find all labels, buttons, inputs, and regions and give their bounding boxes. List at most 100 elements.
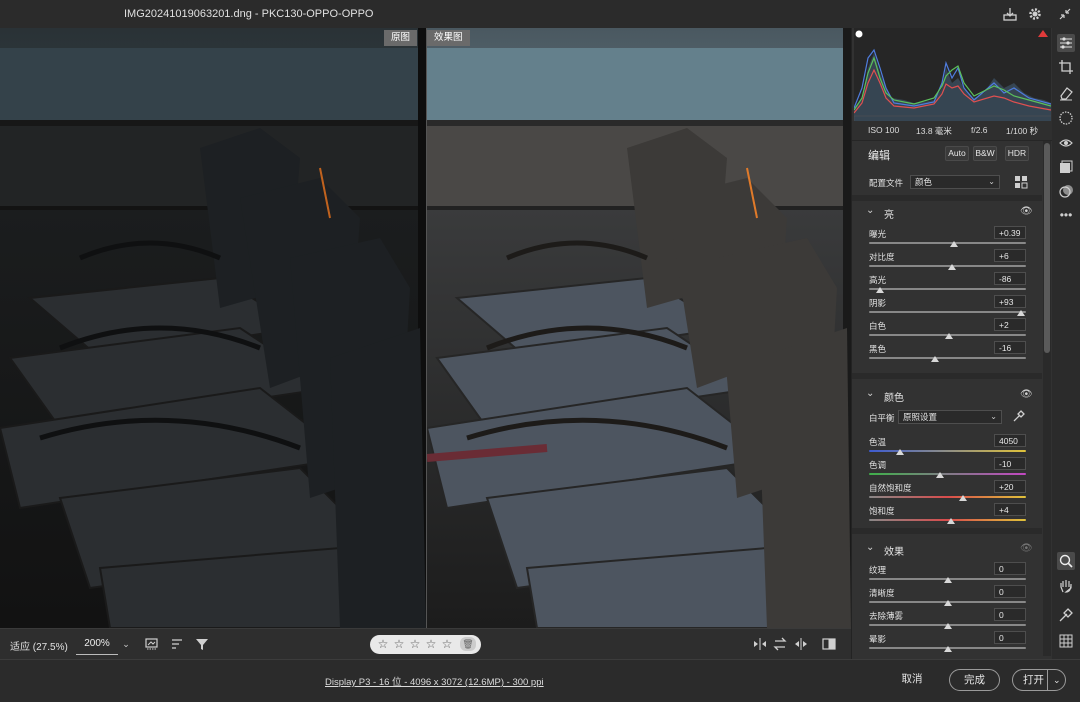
save-icon[interactable] xyxy=(1002,6,1018,22)
gear-icon[interactable] xyxy=(1027,6,1043,22)
eyedropper-icon[interactable] xyxy=(1012,409,1026,423)
trash-icon[interactable]: 🗑 xyxy=(460,637,476,651)
collapse-icon[interactable] xyxy=(1057,6,1073,22)
crop-icon[interactable] xyxy=(1057,58,1075,76)
slider-thumb[interactable] xyxy=(959,495,968,501)
open-options-caret[interactable]: ⌄ xyxy=(1053,670,1061,690)
star-rating[interactable]: ☆ ☆ ☆ ☆ ☆ 🗑 xyxy=(370,635,481,654)
slider-thumb[interactable] xyxy=(896,449,905,455)
slider-value-input[interactable]: 0 xyxy=(994,631,1026,644)
slider-value-input[interactable]: +20 xyxy=(994,480,1026,493)
eye-icon[interactable]: 👁 xyxy=(1020,543,1033,554)
copy-settings-icon[interactable] xyxy=(793,636,809,652)
slider-value-input[interactable]: 0 xyxy=(994,562,1026,575)
filmstrip-icon[interactable] xyxy=(144,636,160,652)
slider-thumb[interactable] xyxy=(930,356,939,362)
chevron-down-icon[interactable] xyxy=(1047,670,1048,690)
slider-label: 自然饱和度 xyxy=(869,483,912,493)
profile-browser-icon[interactable] xyxy=(1014,175,1028,189)
slider-value-input[interactable]: -86 xyxy=(994,272,1026,285)
slider-track[interactable] xyxy=(869,357,1026,359)
auto-button[interactable]: Auto xyxy=(945,146,969,161)
window-title: IMG20241019063201.dng - PKC130-OPPO-OPPO xyxy=(124,8,374,20)
sort-icon[interactable] xyxy=(170,636,186,652)
slider-value-input[interactable]: 4050 xyxy=(994,434,1026,447)
chevron-down-icon[interactable]: ⌄ xyxy=(118,636,134,652)
slider-track[interactable] xyxy=(869,473,1026,475)
slider-value-input[interactable]: +2 xyxy=(994,318,1026,331)
exif-aperture: f/2.6 xyxy=(971,125,988,135)
edit-panel: ISO 100 13.8 毫米 f/2.6 1/100 秒 编辑 Auto B&… xyxy=(851,28,1052,659)
slider-value-input[interactable]: 0 xyxy=(994,585,1026,598)
star-icon[interactable]: ☆ xyxy=(408,637,422,651)
exif-iso: ISO 100 xyxy=(868,125,900,135)
slider-thumb[interactable] xyxy=(943,577,952,583)
section-separator xyxy=(852,528,1042,534)
scrollbar-thumb[interactable] xyxy=(1044,143,1050,353)
slider-track[interactable] xyxy=(869,450,1026,452)
slider-track[interactable] xyxy=(869,496,1026,498)
open-label: 打开 xyxy=(1023,674,1044,686)
hand-icon[interactable] xyxy=(1057,577,1075,595)
slider-track[interactable] xyxy=(869,288,1026,290)
star-icon[interactable]: ☆ xyxy=(376,637,390,651)
eraser-icon[interactable] xyxy=(1057,84,1075,102)
eye-icon[interactable]: 👁 xyxy=(1020,389,1033,400)
hdr-button[interactable]: HDR xyxy=(1005,146,1029,161)
panel-scrollbar[interactable] xyxy=(1043,141,1051,656)
slider-value-input[interactable]: +93 xyxy=(994,295,1026,308)
slider-value-input[interactable]: +4 xyxy=(994,503,1026,516)
before-after-view-icon[interactable] xyxy=(821,636,837,652)
red-eye-icon[interactable] xyxy=(1057,134,1075,152)
bw-button[interactable]: B&W xyxy=(973,146,997,161)
slider-value-input[interactable]: +6 xyxy=(994,249,1026,262)
effects-section-header[interactable]: ⌄ 效果 👁 xyxy=(852,538,1042,560)
more-options-icon[interactable]: ••• xyxy=(1057,206,1075,224)
slider-track[interactable] xyxy=(869,242,1026,244)
slider-value-input[interactable]: +0.39 xyxy=(994,226,1026,239)
eye-icon[interactable]: 👁 xyxy=(1020,206,1033,217)
star-icon[interactable]: ☆ xyxy=(392,637,406,651)
fit-zoom-button[interactable]: 适应 (27.5%) xyxy=(10,638,68,653)
slider-value-input[interactable]: -10 xyxy=(994,457,1026,470)
slider-value-input[interactable]: 0 xyxy=(994,608,1026,621)
profile-select[interactable]: 颜色 ⌄ xyxy=(910,175,1000,189)
color-section-header[interactable]: ⌄ 颜色 👁 xyxy=(852,384,1042,406)
slider-value-input[interactable]: -16 xyxy=(994,341,1026,354)
done-button[interactable]: 完成 xyxy=(949,669,1000,691)
slider-label: 去除薄雾 xyxy=(869,611,904,621)
slider-thumb[interactable] xyxy=(875,287,884,293)
color-sampler-icon[interactable] xyxy=(1057,606,1075,624)
slider-thumb[interactable] xyxy=(945,333,954,339)
profile-value: 颜色 xyxy=(915,177,933,187)
slider-label: 阴影 xyxy=(869,298,887,308)
star-icon[interactable]: ☆ xyxy=(424,637,438,651)
zoom-level-input[interactable]: 200% xyxy=(76,633,118,655)
slider-thumb[interactable] xyxy=(935,472,944,478)
slider-thumb[interactable] xyxy=(949,241,958,247)
open-button[interactable]: 打开 ⌄ xyxy=(1012,669,1066,691)
light-section-header[interactable]: ⌄ 亮 👁 xyxy=(852,201,1042,223)
workflow-options-link[interactable]: Display P3 - 16 位 - 4096 x 3072 (12.6MP)… xyxy=(325,674,544,688)
filter-icon[interactable] xyxy=(194,636,210,652)
slider-thumb[interactable] xyxy=(946,518,955,524)
photo-canvas[interactable]: 原图 效果图 xyxy=(0,28,851,628)
slider-thumb[interactable] xyxy=(1016,310,1025,316)
edit-sliders-icon[interactable] xyxy=(1057,34,1075,52)
star-icon[interactable]: ☆ xyxy=(440,637,454,651)
after-image xyxy=(427,28,851,628)
presets-icon[interactable] xyxy=(1057,158,1075,176)
grid-icon[interactable] xyxy=(1057,632,1075,650)
white-balance-select[interactable]: 原照设置 ⌄ xyxy=(898,410,1002,424)
cancel-button[interactable]: 取消 xyxy=(894,669,930,691)
zoom-icon[interactable] xyxy=(1057,552,1075,570)
snapshot-icon[interactable] xyxy=(1057,182,1075,200)
slider-thumb[interactable] xyxy=(943,600,952,606)
mask-icon[interactable] xyxy=(1057,109,1075,127)
flip-compare-icon[interactable] xyxy=(752,636,768,652)
slider-track[interactable] xyxy=(869,311,1026,313)
swap-icon[interactable] xyxy=(772,636,788,652)
slider-thumb[interactable] xyxy=(948,264,957,270)
slider-thumb[interactable] xyxy=(943,623,952,629)
slider-thumb[interactable] xyxy=(943,646,952,652)
